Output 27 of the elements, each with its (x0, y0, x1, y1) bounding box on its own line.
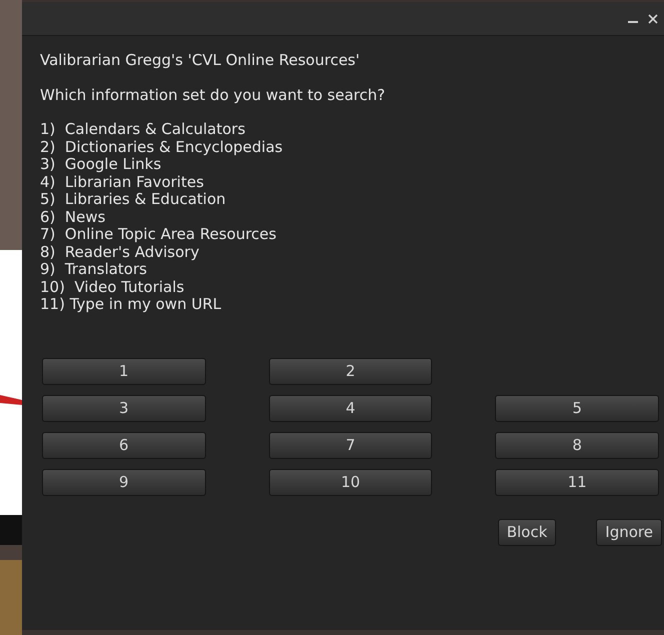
choice-button[interactable]: 10 (268, 468, 432, 496)
choice-button[interactable]: 6 (42, 432, 206, 458)
option-text: 7) Online Topic Area Resources (40, 226, 278, 244)
option-text: 2) Dictionaries & Encyclopedias (40, 138, 284, 156)
choice-button[interactable]: 4 (268, 394, 432, 422)
choice-button[interactable]: 8 (495, 432, 659, 458)
option-text: 10) Video Tutorials (40, 278, 186, 296)
choice-button[interactable]: 9 (42, 468, 206, 496)
dialog-button[interactable]: Block (498, 518, 556, 546)
option-text: 11) Type in my own URL (40, 296, 222, 314)
option-text: 4) Librarian Favorites (40, 174, 205, 191)
choice-button[interactable]: 11 (495, 468, 659, 496)
choice-button[interactable]: 5 (495, 394, 659, 422)
option-text: 8) Reader's Advisory (40, 244, 200, 261)
option-text: 3) Google Links (40, 156, 162, 174)
choice-button[interactable]: 7 (268, 432, 432, 458)
choice-button[interactable]: 1 (42, 358, 206, 384)
choice-button[interactable]: 3 (42, 394, 206, 422)
choice-button[interactable]: 2 (268, 358, 432, 384)
dialog-button[interactable]: Ignore (596, 518, 662, 546)
dialog-heading: Valibrarian Gregg's 'CVL Online Resources' (40, 52, 361, 70)
option-text: 6) News (40, 208, 106, 226)
close-icon[interactable] (648, 14, 658, 24)
option-text: 1) Calendars & Calculators (40, 121, 246, 138)
option-text: 9) Translators (40, 261, 147, 278)
question-text: Which information set do you want to search? (40, 86, 386, 104)
option-text: 5) Libraries & Education (40, 191, 227, 208)
